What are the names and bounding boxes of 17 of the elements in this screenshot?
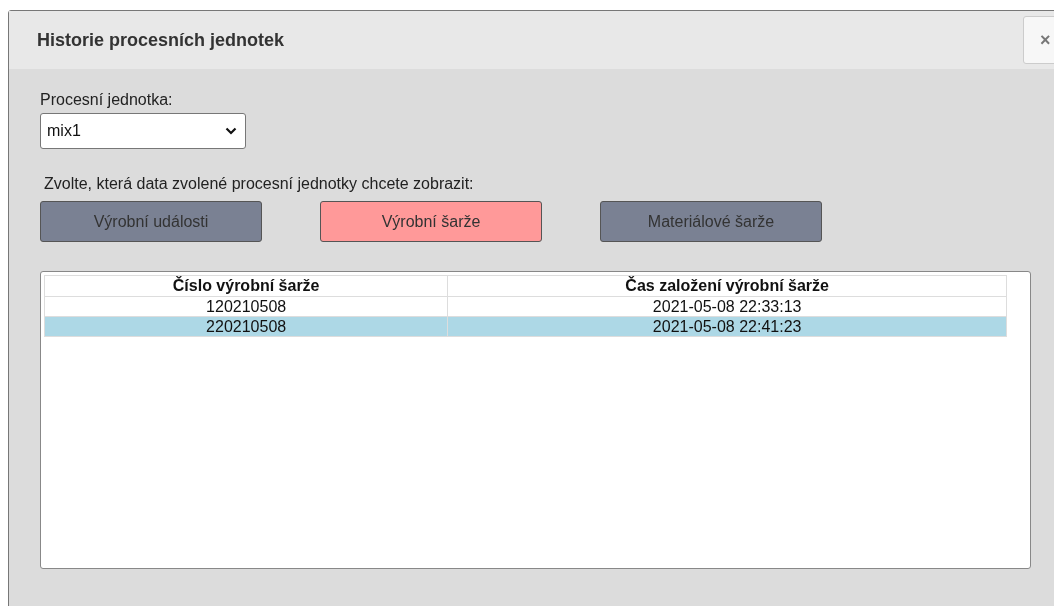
field-label: Procesní jednotka: bbox=[40, 91, 173, 109]
table-cell: 2021-05-08 22:41:23 bbox=[447, 316, 1007, 337]
close-button[interactable]: × bbox=[1023, 16, 1054, 64]
column-header: Čas založení výrobní šarže bbox=[447, 275, 1007, 297]
table-row[interactable]: 120210508 2021-05-08 22:33:13 bbox=[44, 296, 1007, 317]
table-cell: 2021-05-08 22:33:13 bbox=[447, 296, 1007, 317]
dialog-title: Historie procesních jednotek bbox=[37, 29, 285, 51]
chevron-down-icon bbox=[225, 127, 237, 135]
table-cell: 220210508 bbox=[44, 316, 448, 337]
table-row[interactable]: 220210508 2021-05-08 22:41:23 bbox=[44, 316, 1007, 337]
view-button[interactable]: Výrobní události bbox=[40, 201, 262, 242]
view-button[interactable]: Materiálové šarže bbox=[600, 201, 822, 242]
table-cell: 120210508 bbox=[44, 296, 448, 317]
unit-select[interactable]: mix1 bbox=[40, 113, 246, 149]
column-header: Číslo výrobní šarže bbox=[44, 275, 448, 297]
instruction-text: Zvolte, která data zvolené procesní jednotky chcete zobrazit: bbox=[44, 175, 474, 193]
view-button[interactable]: Výrobní šarže bbox=[320, 201, 542, 242]
